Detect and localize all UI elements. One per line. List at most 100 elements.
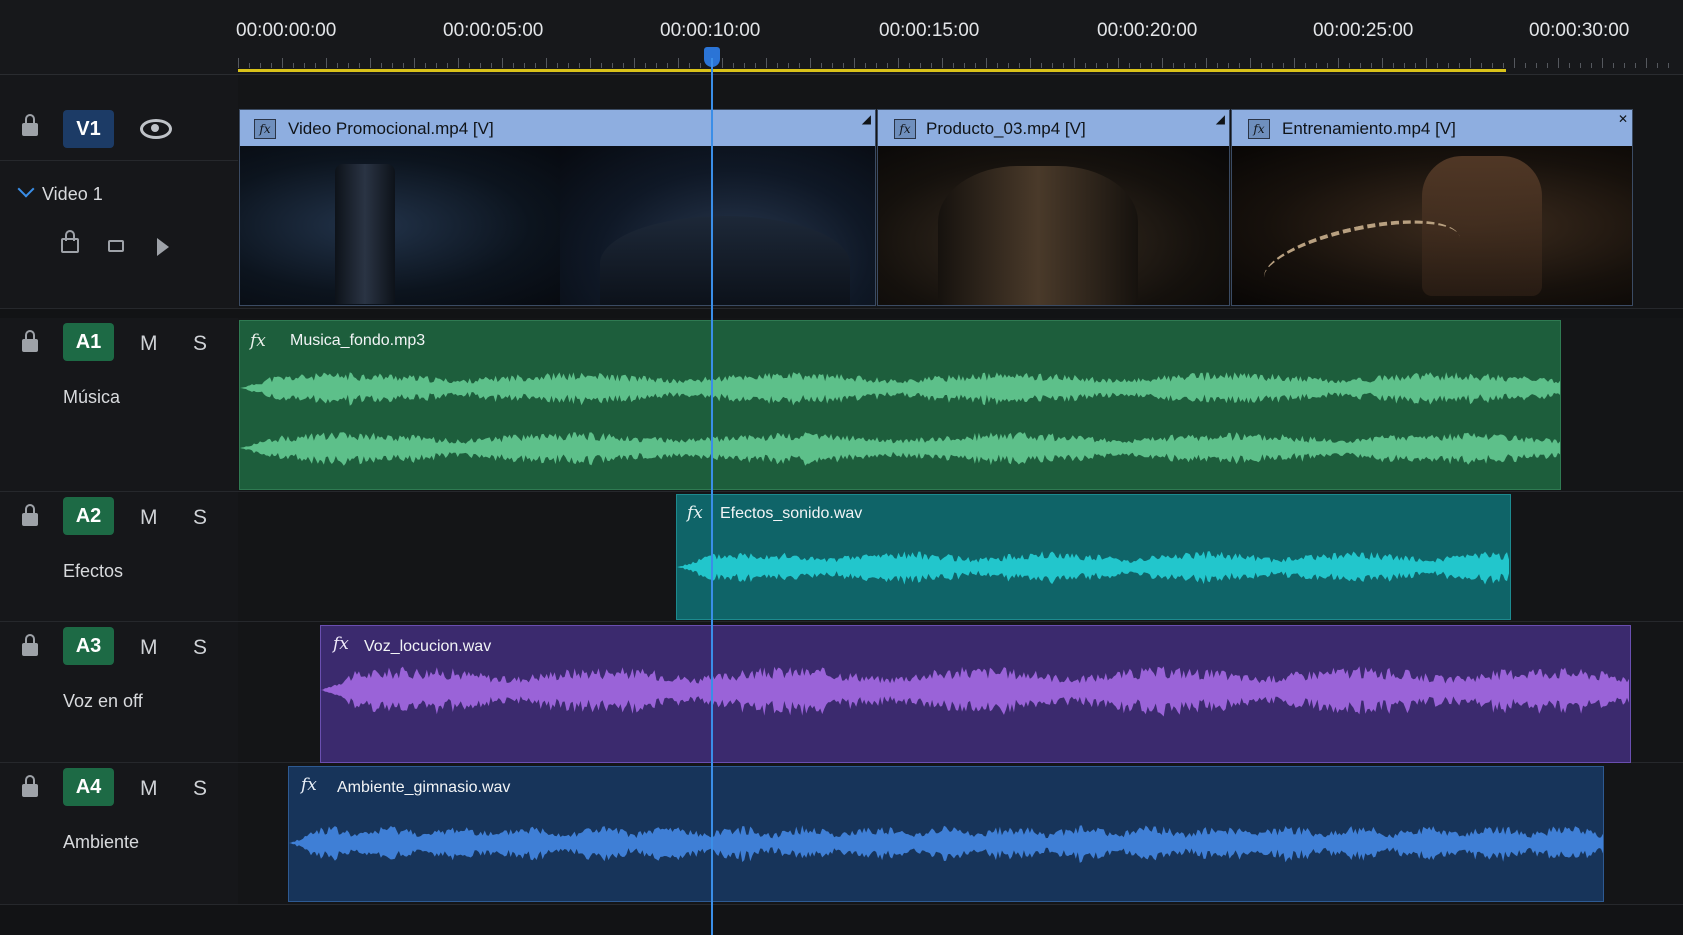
ruler-label-5: 00:00:05:00: [443, 20, 544, 41]
video-clip-promocional[interactable]: fx Video Promocional.mp4 [V] ◢: [239, 109, 876, 306]
ruler-tick: [1393, 63, 1394, 68]
ruler-tick: [887, 63, 888, 68]
mute-button[interactable]: M: [140, 506, 158, 530]
fx-icon: fx: [1248, 119, 1270, 139]
timeline-header-corner: [0, 0, 238, 75]
track-target-v1[interactable]: V1: [63, 110, 114, 148]
ruler-tick: [1525, 63, 1526, 68]
ruler-tick: [1536, 63, 1537, 68]
ruler-tick: [568, 63, 569, 68]
mute-button[interactable]: M: [140, 636, 158, 660]
ruler-tick: [1492, 63, 1493, 68]
ruler-tick: [909, 63, 910, 68]
mute-button[interactable]: M: [140, 777, 158, 801]
ruler-tick: [1250, 58, 1251, 68]
ruler-tick: [480, 63, 481, 68]
clip-name: Producto_03.mp4 [V]: [926, 119, 1086, 138]
ruler-tick: [337, 63, 338, 68]
ruler-tick: [1657, 63, 1658, 68]
ruler-label-10: 00:00:10:00: [660, 20, 761, 41]
video-clip-entrenamiento[interactable]: fx Entrenamiento.mp4 [V] ✕: [1231, 109, 1633, 306]
ruler-tick: [1140, 63, 1141, 68]
ruler-tick: [953, 63, 954, 68]
thumbnail-container-lid: [600, 216, 850, 305]
solo-button[interactable]: S: [193, 777, 207, 801]
lock-icon[interactable]: [61, 230, 79, 253]
eye-icon[interactable]: [140, 119, 172, 139]
audio-clip-efectos-sonido[interactable]: fx Efectos_sonido.wav: [676, 494, 1511, 620]
ruler-label-30: 00:00:30:00: [1529, 20, 1630, 41]
clip-corner-icon: ◢: [861, 112, 871, 126]
ruler-tick: [1294, 58, 1295, 68]
ruler-tick: [689, 63, 690, 68]
ruler-tick: [799, 63, 800, 68]
video-clip-producto[interactable]: fx Producto_03.mp4 [V] ◢: [877, 109, 1230, 306]
sync-lock-icon[interactable]: [108, 240, 124, 252]
ruler-tick: [1074, 58, 1075, 68]
lock-icon[interactable]: [22, 330, 38, 352]
ruler-tick: [491, 63, 492, 68]
ruler-tick: [997, 63, 998, 68]
ruler-tick: [1305, 63, 1306, 68]
ruler-tick: [722, 58, 723, 68]
mute-button[interactable]: M: [140, 332, 158, 356]
ruler-tick: [1635, 63, 1636, 68]
video-thumbnail: [878, 146, 1229, 305]
ruler-tick: [1569, 63, 1570, 68]
ruler-tick: [1008, 63, 1009, 68]
audio-clip-voz-locucion[interactable]: fx Voz_locucion.wav: [320, 625, 1631, 763]
ruler-tick: [370, 58, 371, 68]
ruler-tick: [1096, 63, 1097, 68]
ruler-tick: [425, 63, 426, 68]
ruler-tick: [898, 58, 899, 68]
lock-icon[interactable]: [22, 775, 38, 797]
track-target-a3[interactable]: A3: [63, 627, 114, 665]
ruler-tick: [469, 63, 470, 68]
ruler-tick: [1228, 63, 1229, 68]
ruler-tick: [1283, 63, 1284, 68]
ruler-tick: [1580, 63, 1581, 68]
ruler-tick: [612, 63, 613, 68]
ruler-tick: [249, 63, 250, 68]
ruler-tick: [777, 63, 778, 68]
audio-clip-ambiente-gimnasio[interactable]: fx Ambiente_gimnasio.wav: [288, 766, 1604, 902]
audio-clip-musica-fondo[interactable]: fx Musica_fondo.mp3: [239, 320, 1561, 490]
ruler-tick: [788, 63, 789, 68]
ruler-tick: [1129, 63, 1130, 68]
ruler-tick: [1019, 63, 1020, 68]
track-name-voz-en-off: Voz en off: [63, 691, 143, 711]
lock-icon[interactable]: [22, 504, 38, 526]
track-target-a2[interactable]: A2: [63, 497, 114, 535]
ruler-tick: [986, 58, 987, 68]
track-target-a4[interactable]: A4: [63, 768, 114, 806]
track-target-a1[interactable]: A1: [63, 323, 114, 361]
ruler-tick: [964, 63, 965, 68]
thumbnail-shaker-bottle: [335, 164, 395, 304]
ruler-tick: [1624, 63, 1625, 68]
in-out-range-bar[interactable]: [238, 69, 1506, 72]
play-icon[interactable]: [157, 238, 169, 256]
track-header-v1: V1 Video 1: [0, 75, 238, 309]
solo-button[interactable]: S: [193, 332, 207, 356]
ruler-tick: [1459, 63, 1460, 68]
ruler-tick: [1151, 63, 1152, 68]
lock-icon[interactable]: [22, 114, 38, 136]
ruler-tick: [1646, 58, 1647, 68]
ruler-tick: [590, 58, 591, 68]
ruler-tick: [1030, 58, 1031, 68]
lock-icon[interactable]: [22, 634, 38, 656]
playhead-line[interactable]: [711, 58, 713, 935]
audio-waveform: [289, 825, 1603, 863]
ruler-tick: [744, 63, 745, 68]
chevron-down-icon[interactable]: [17, 180, 35, 198]
fx-icon: fx: [254, 119, 276, 139]
ruler-tick: [1668, 63, 1669, 68]
track-header-a2: A2 M S Efectos: [0, 492, 265, 622]
solo-button[interactable]: S: [193, 506, 207, 530]
ruler-tick: [1481, 63, 1482, 68]
ruler-tick: [1107, 63, 1108, 68]
ruler-tick: [1382, 58, 1383, 68]
time-ruler[interactable]: 00:00:00:00 00:00:05:00 00:00:10:00 00:0…: [236, 0, 1683, 75]
solo-button[interactable]: S: [193, 636, 207, 660]
ruler-tick: [766, 58, 767, 68]
